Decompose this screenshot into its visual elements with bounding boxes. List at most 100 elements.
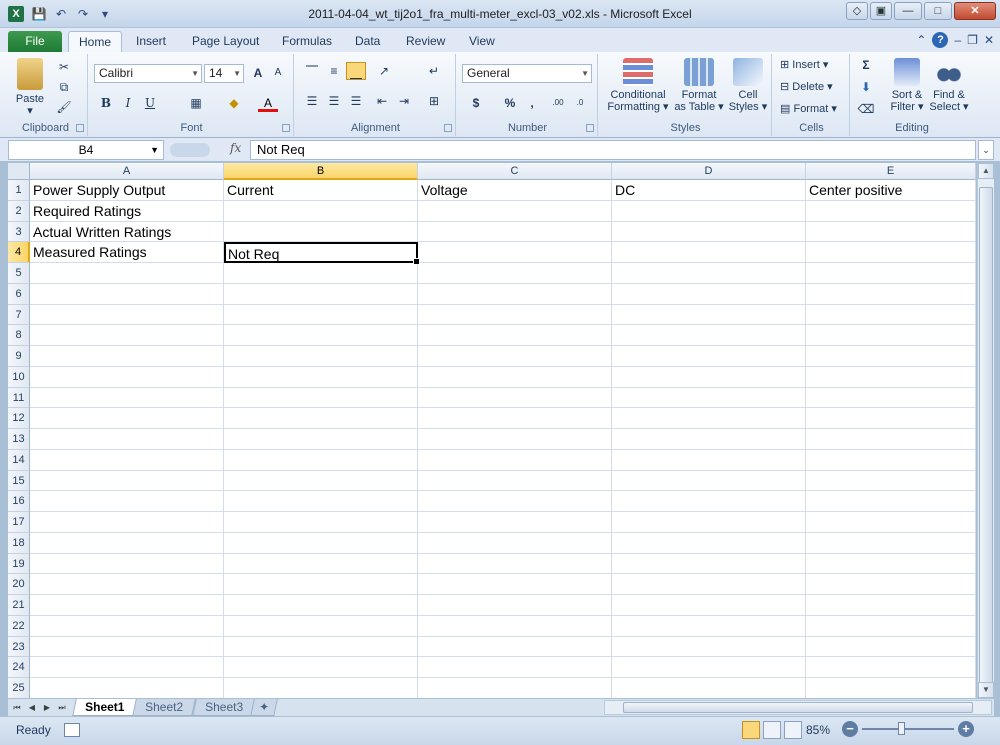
horizontal-scrollbar[interactable] [604,700,992,715]
tab-file[interactable]: File [8,31,62,52]
format-cells-button[interactable]: ▤ Format ▾ [780,100,837,118]
cell-d1[interactable]: DC [612,180,806,201]
cell-d3[interactable] [612,221,806,243]
cell-c14[interactable] [418,449,612,471]
cell-c9[interactable] [418,346,612,367]
tab-insert[interactable]: Insert [126,31,176,52]
cell-b2[interactable] [224,200,418,222]
cell-a13[interactable] [30,429,224,450]
row-header[interactable]: 6 [8,283,30,305]
cell-e8[interactable] [806,325,976,346]
tab-page-layout[interactable]: Page Layout [182,31,269,52]
cell-e16[interactable] [806,491,976,512]
prev-sheet-icon[interactable]: ◀ [25,701,39,714]
cell-c17[interactable] [418,512,612,533]
column-header-c[interactable]: C [418,163,612,180]
cell-a10[interactable] [30,366,224,388]
cell-b14[interactable] [224,449,418,471]
percent-icon[interactable]: % [500,94,520,112]
wrap-text-icon[interactable]: ↵ [424,62,444,80]
cell-d6[interactable] [612,283,806,305]
cell-b15[interactable] [224,470,418,492]
align-left-icon[interactable]: ☰ [302,92,322,110]
cell-d4[interactable] [612,242,806,263]
cell-d11[interactable] [612,387,806,409]
cell-c7[interactable] [418,304,612,326]
cell-e22[interactable] [806,615,976,637]
cell-a6[interactable] [30,283,224,305]
cell-a23[interactable] [30,636,224,658]
cell-d18[interactable] [612,532,806,554]
font-name-combo[interactable]: Calibri ▼ [94,64,202,83]
cell-d14[interactable] [612,449,806,471]
cell-d22[interactable] [612,615,806,637]
cell-a20[interactable] [30,574,224,595]
row-header[interactable]: 3 [8,221,30,243]
cell-a21[interactable] [30,595,224,616]
help-icon[interactable]: ? [932,32,949,48]
cell-c10[interactable] [418,366,612,388]
cell-c3[interactable] [418,221,612,243]
cell-a19[interactable] [30,553,224,575]
cell-e14[interactable] [806,449,976,471]
row-header[interactable]: 16 [8,491,30,512]
align-right-icon[interactable]: ☰ [346,92,366,110]
delete-cells-button[interactable]: ⊟ Delete ▾ [780,78,833,96]
cell-d16[interactable] [612,491,806,512]
next-sheet-icon[interactable]: ▶ [40,701,54,714]
copy-icon[interactable]: ⧉ [54,78,74,96]
zoom-out-icon[interactable]: − [842,721,858,737]
cell-c11[interactable] [418,387,612,409]
cell-d17[interactable] [612,512,806,533]
number-format-combo[interactable]: General ▼ [462,64,592,83]
row-header[interactable]: 20 [8,574,30,595]
row-header[interactable]: 8 [8,325,30,346]
cell-b21[interactable] [224,595,418,616]
row-header[interactable]: 14 [8,449,30,471]
cell-d2[interactable] [612,200,806,222]
cell-b13[interactable] [224,429,418,450]
row-header[interactable]: 13 [8,429,30,450]
align-center-icon[interactable]: ☰ [324,92,344,110]
fill-icon[interactable]: ⬇ [856,78,876,96]
find-select-button[interactable]: Find & Select ▾ [928,58,970,113]
cell-e1[interactable]: Center positive [806,180,976,201]
cell-e13[interactable] [806,429,976,450]
cell-b24[interactable] [224,657,418,678]
cell-c5[interactable] [418,263,612,284]
cell-d7[interactable] [612,304,806,326]
cell-c12[interactable] [418,408,612,429]
cell-c23[interactable] [418,636,612,658]
cell-c21[interactable] [418,595,612,616]
zoom-level[interactable]: 85% [806,723,830,737]
sort-filter-button[interactable]: Sort & Filter ▾ [886,58,928,113]
workbook-restore-icon[interactable]: ❐ [967,33,978,47]
orientation-icon[interactable]: ↗ [374,62,394,80]
cell-a16[interactable] [30,491,224,512]
cell-e21[interactable] [806,595,976,616]
row-header[interactable]: 17 [8,512,30,533]
sheet-tab-sheet2[interactable]: Sheet2 [132,699,196,716]
minimize-button[interactable]: — [894,2,922,20]
borders-icon[interactable]: ▦ [186,94,206,112]
row-header[interactable]: 7 [8,304,30,326]
cell-e23[interactable] [806,636,976,658]
cell-b5[interactable] [224,263,418,284]
cell-a3[interactable]: Actual Written Ratings [30,221,224,243]
cell-c13[interactable] [418,429,612,450]
cell-e3[interactable] [806,221,976,243]
cell-e15[interactable] [806,470,976,492]
vertical-scroll-thumb[interactable] [979,187,993,687]
tab-data[interactable]: Data [345,31,390,52]
cell-e9[interactable] [806,346,976,367]
cell-c24[interactable] [418,657,612,678]
comma-style-icon[interactable]: , [522,94,542,112]
cell-a5[interactable] [30,263,224,284]
insert-sheet-icon[interactable]: ✦ [250,699,278,716]
cell-e18[interactable] [806,532,976,554]
cell-b9[interactable] [224,346,418,367]
cell-b10[interactable] [224,366,418,388]
paste-button[interactable]: Paste ▾ [10,58,50,117]
select-all-corner[interactable] [8,163,30,180]
cell-a25[interactable] [30,678,224,698]
